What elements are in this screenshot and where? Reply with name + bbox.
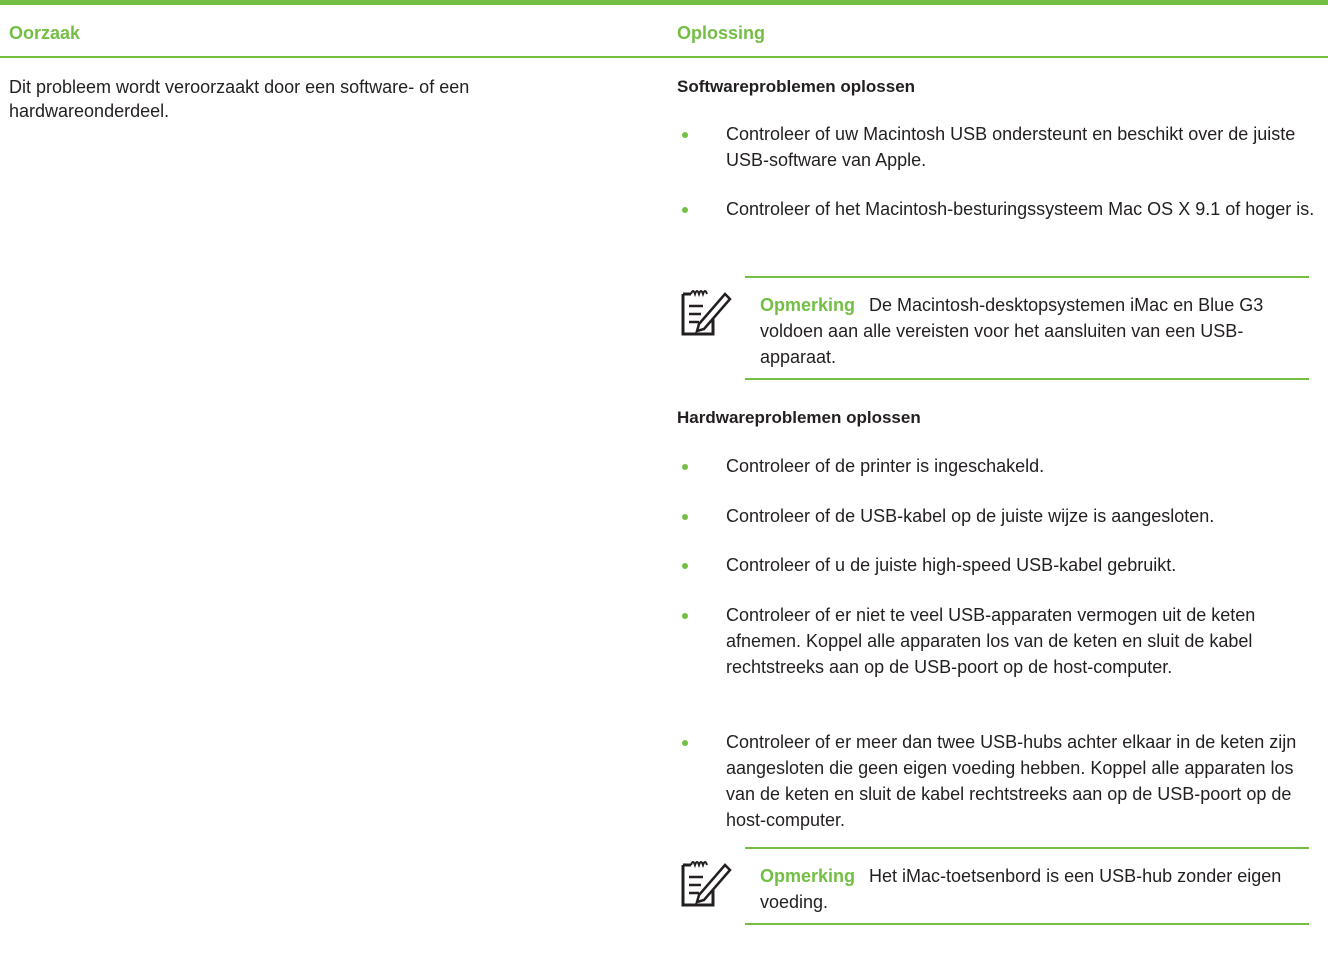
bullet-text: Controleer of het Macintosh-besturingssy… — [726, 199, 1315, 219]
bullet-text: Controleer of de printer is ingeschakeld… — [726, 456, 1045, 476]
note-text-block: Opmerking Het iMac-toetsenbord is een USB… — [760, 863, 1308, 915]
bullet-dot — [682, 514, 688, 520]
note-top-rule — [745, 276, 1309, 278]
software-section-title: Softwareproblemen oplossen — [677, 77, 916, 96]
bullet-dot — [682, 207, 688, 213]
note-label: Opmerking — [760, 295, 856, 315]
bullet-text: Controleer of er meer dan twee USB-hubs … — [726, 732, 1297, 830]
header-rule — [0, 56, 1328, 58]
hardware-section-title: Hardwareproblemen oplossen — [677, 408, 921, 427]
note-bottom-rule — [745, 378, 1309, 380]
note-label: Opmerking — [760, 866, 856, 886]
note-text-block: Opmerking De Macintosh-desktopsystemen iM… — [760, 292, 1308, 370]
bullet-dot — [682, 132, 688, 138]
note-bottom-rule — [745, 923, 1309, 925]
bullet-dot — [682, 613, 688, 619]
bullet-text: Controleer of uw Macintosh USB ondersteu… — [726, 124, 1296, 170]
bullet-dot — [682, 740, 688, 746]
header-cause: Oorzaak — [9, 23, 81, 43]
bullet-dot — [682, 464, 688, 470]
bullet-text: Controleer of er niet te veel USB-appara… — [726, 605, 1256, 677]
note-top-rule — [745, 847, 1309, 849]
bullet-dot — [682, 563, 688, 569]
cause-text: Dit probleem wordt veroorzaakt door een … — [9, 77, 470, 121]
bullet-text: Controleer of u de juiste high-speed USB… — [726, 555, 1177, 575]
table-header-row: Oorzaak Oplossing — [0, 5, 1328, 55]
header-solution: Oplossing — [677, 23, 766, 43]
note-pencil-icon — [677, 855, 733, 911]
bullet-text: Controleer of de USB-kabel op de juiste … — [726, 506, 1215, 526]
note-pencil-icon — [677, 284, 733, 340]
